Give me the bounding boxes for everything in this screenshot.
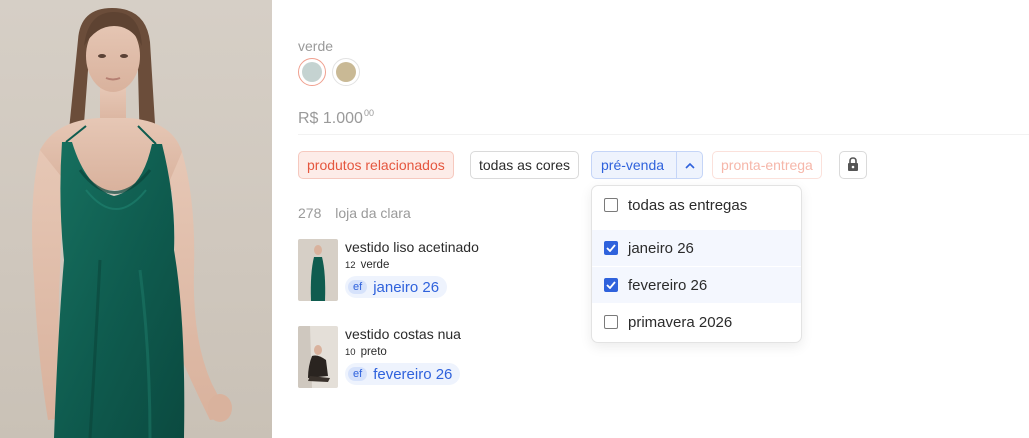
tag-label: fevereiro 26 (373, 365, 453, 383)
price: R$ 1.00000 (298, 108, 374, 128)
filter-related-products[interactable]: produtos relacionados (298, 151, 454, 179)
product-meta: 10 preto (345, 346, 387, 358)
product-thumbnail (298, 239, 338, 301)
product-color: preto (360, 346, 387, 358)
store-line: 278 loja da clara (298, 205, 411, 221)
delivery-tag: ef janeiro 26 (345, 276, 448, 298)
filter-presale-label: pré-venda (601, 157, 665, 173)
color-swatches (298, 58, 360, 86)
product-name: vestido costas nua (345, 326, 461, 342)
dropdown-option-all[interactable]: todas as entregas (592, 187, 801, 223)
checkbox[interactable] (604, 198, 618, 212)
filter-ready-label: pronta-entrega (721, 157, 813, 173)
lock-icon (847, 156, 859, 174)
product-meta: 12 verde (345, 259, 389, 271)
checkbox-checked[interactable] (604, 241, 618, 255)
filter-all-colors[interactable]: todas as cores (470, 151, 580, 179)
filter-presale[interactable]: pré-venda (591, 151, 703, 179)
product-qty: 12 (345, 260, 356, 271)
dropdown-option-fevereiro[interactable]: fevereiro 26 (592, 267, 801, 303)
tag-prefix: ef (348, 367, 368, 381)
swatch-dot (302, 62, 322, 82)
tag-prefix: ef (348, 280, 368, 294)
product-thumbnail (298, 326, 338, 388)
list-item[interactable]: vestido liso acetinado 12 verde ef janeir… (298, 239, 598, 301)
chevron-up-icon[interactable] (676, 152, 702, 178)
product-color: verde (360, 259, 390, 271)
dropdown-option-primavera[interactable]: primavera 2026 (592, 304, 801, 340)
store-name[interactable]: loja da clara (335, 205, 411, 221)
option-label: todas as entregas (628, 196, 748, 214)
lock-button[interactable] (839, 151, 867, 179)
tag-label: janeiro 26 (373, 278, 440, 296)
product-name: vestido liso acetinado (345, 239, 479, 255)
price-cents: 00 (363, 108, 374, 118)
presale-dropdown: todas as entregas janeiro 26 fevereiro 2… (591, 185, 802, 343)
swatch-bege[interactable] (332, 58, 360, 86)
swatch-verde[interactable] (298, 58, 326, 86)
filter-all-colors-label: todas as cores (479, 157, 571, 173)
color-label: verde (298, 38, 334, 54)
dropdown-option-janeiro[interactable]: janeiro 26 (592, 230, 801, 266)
option-label: primavera 2026 (628, 313, 733, 331)
swatch-dot (336, 62, 356, 82)
filter-ready-delivery[interactable]: pronta-entrega (712, 151, 822, 179)
store-count: 278 (298, 205, 322, 221)
hero-product-photo (0, 0, 272, 438)
option-label: fevereiro 26 (628, 276, 708, 294)
delivery-tag: ef fevereiro 26 (345, 363, 461, 385)
checkbox-checked[interactable] (604, 278, 618, 292)
product-panel: verde R$ 1.00000 produtos relacionados t… (272, 0, 1029, 438)
filter-related-label: produtos relacionados (307, 157, 445, 173)
divider (298, 134, 1029, 135)
checkbox[interactable] (604, 315, 618, 329)
product-qty: 10 (345, 347, 356, 358)
list-item[interactable]: vestido costas nua 10 preto ef fevereiro … (298, 326, 598, 388)
price-main: R$ 1.000 (298, 110, 363, 127)
option-label: janeiro 26 (628, 239, 694, 257)
